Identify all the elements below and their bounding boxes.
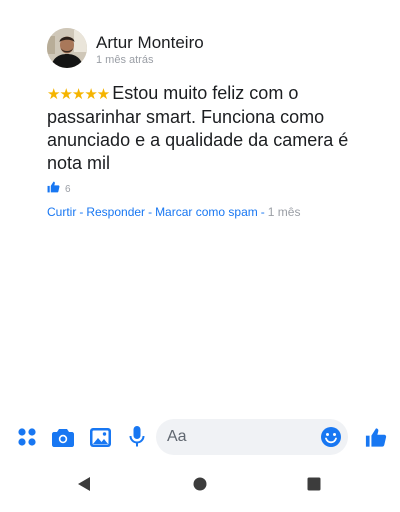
thumbs-up-icon[interactable] (364, 425, 388, 449)
system-navigation-bar (0, 462, 400, 506)
comment-body: ★★★★★ Estou muito feliz com o passarinhar… (47, 82, 377, 175)
microphone-icon[interactable] (125, 425, 149, 449)
back-icon[interactable] (73, 473, 95, 495)
recents-icon[interactable] (303, 473, 325, 495)
comment-timestamp: 1 mês atrás (96, 54, 154, 66)
like-summary[interactable]: 6 (47, 180, 71, 198)
mark-as-spam-link[interactable]: Marcar como spam (155, 205, 258, 219)
star-rating: ★★★★★ (47, 86, 110, 103)
thumbs-up-icon (47, 180, 60, 198)
comment-age: 1 mês (267, 205, 301, 219)
home-icon[interactable] (189, 473, 211, 495)
gallery-icon[interactable] (88, 425, 112, 449)
like-link[interactable]: Curtir (47, 205, 76, 219)
comment-actions: Curtir - Responder - Marcar como spam -1 mês (47, 205, 300, 219)
apps-grid-icon[interactable] (15, 425, 39, 449)
message-input[interactable] (167, 419, 317, 455)
reply-link[interactable]: Responder (86, 205, 145, 219)
action-separator: - (260, 205, 265, 219)
message-composer (0, 414, 400, 460)
like-count: 6 (65, 183, 71, 195)
camera-icon[interactable] (51, 425, 75, 449)
avatar[interactable] (47, 28, 87, 68)
avatar-photo (47, 28, 87, 68)
emoji-icon[interactable] (320, 426, 342, 448)
action-separator: - (79, 205, 84, 219)
message-input-field[interactable] (156, 419, 348, 455)
comment-author[interactable]: Artur Monteiro (96, 33, 204, 53)
action-separator: - (148, 205, 153, 219)
